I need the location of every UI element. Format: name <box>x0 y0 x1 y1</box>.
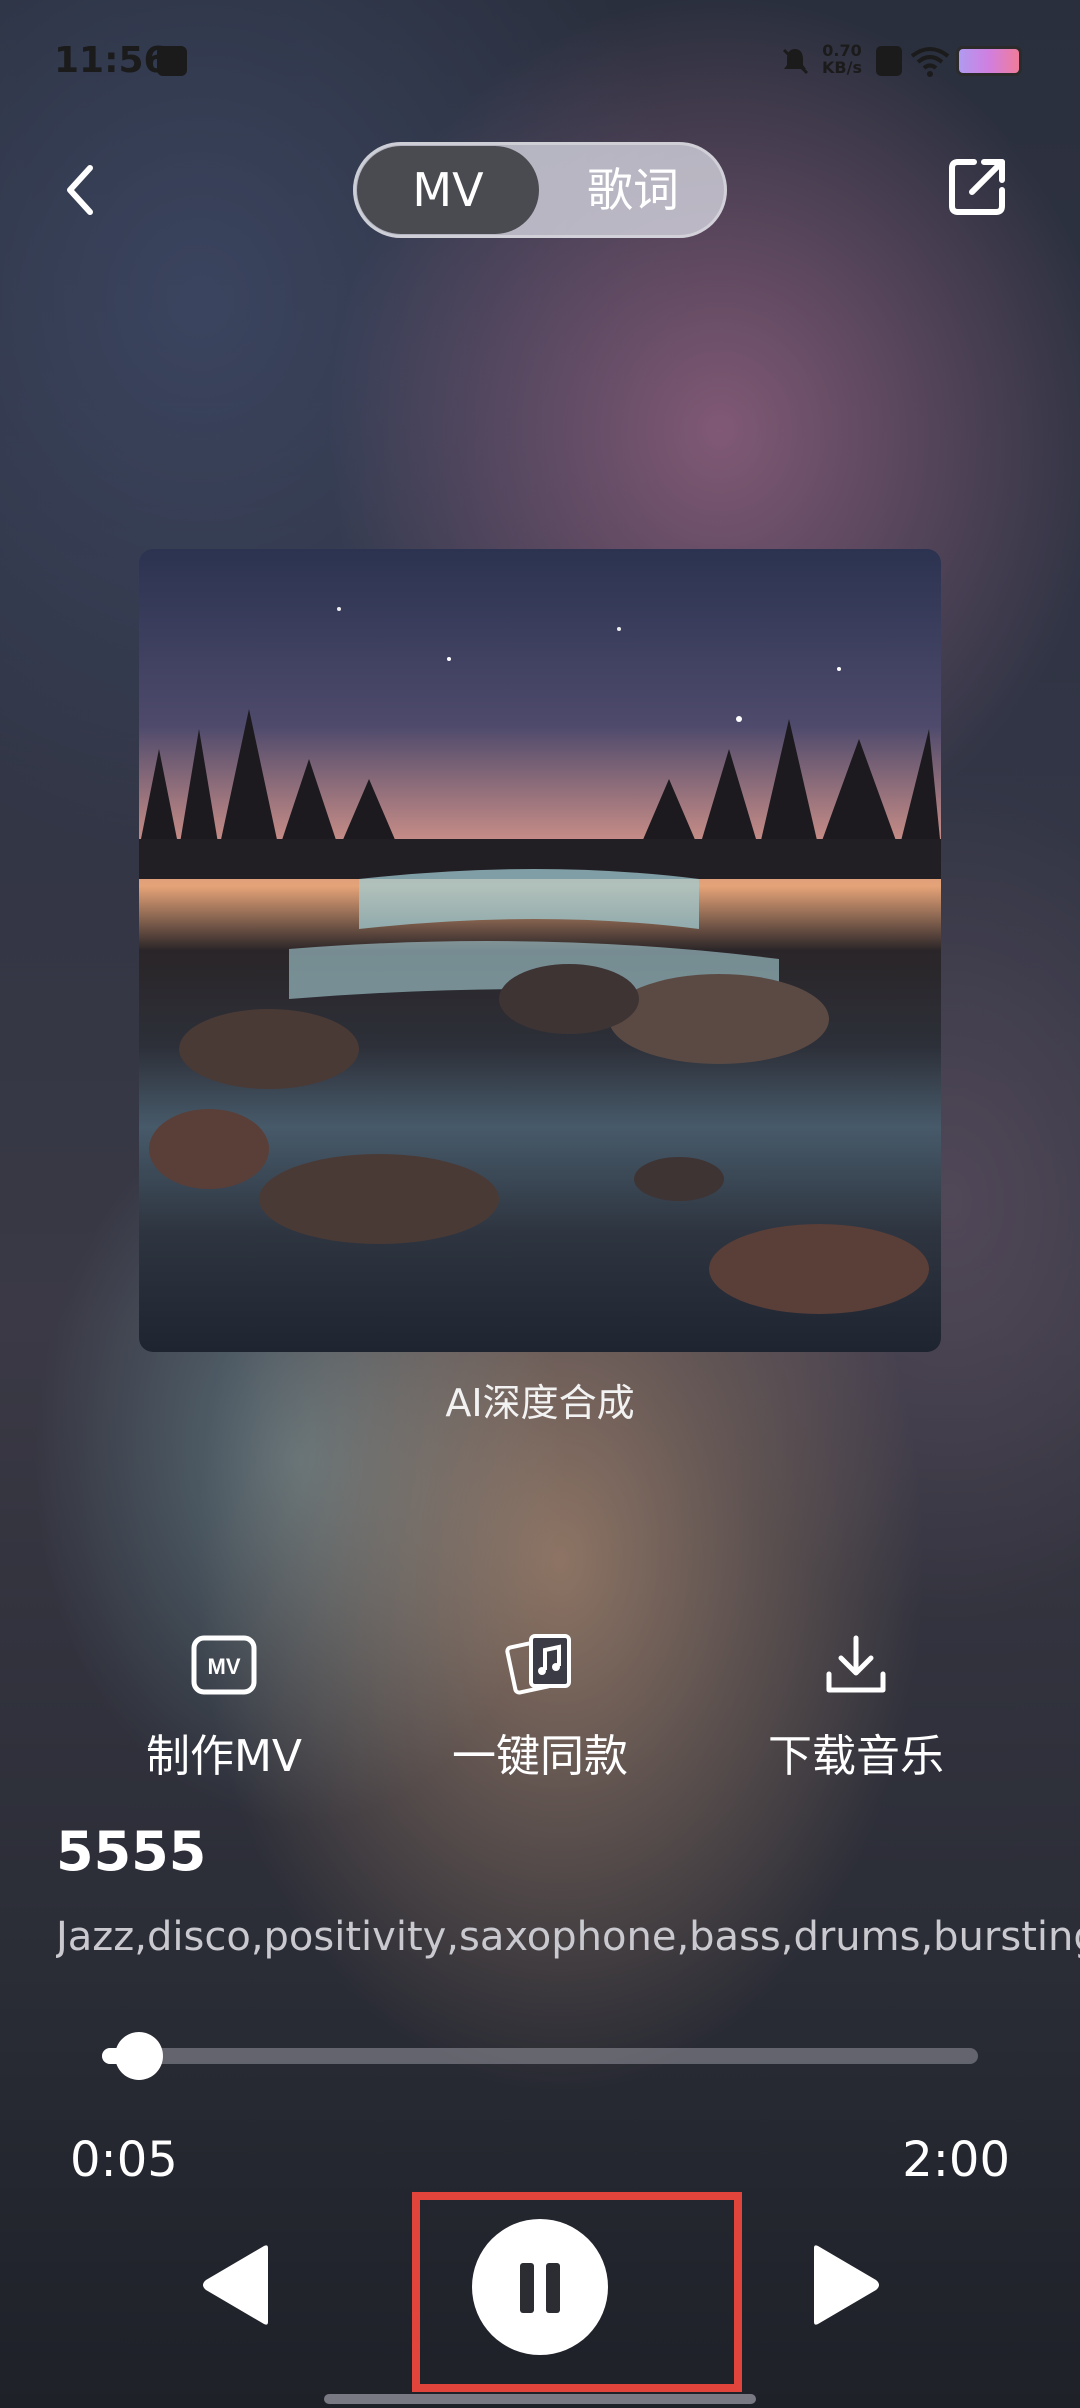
song-title: 5555 <box>56 1820 207 1883</box>
previous-button[interactable] <box>198 2244 276 2326</box>
net-speed-value: 0.70 <box>822 41 862 60</box>
battery-icon <box>956 46 1022 76</box>
make-mv-label: 制作MV <box>145 1731 303 1782</box>
current-time: 0:05 <box>70 2132 178 2188</box>
landscape-illustration <box>139 607 941 1314</box>
song-tags: Jazz,disco,positivity,saxophone,bass,dru… <box>56 1914 1080 1960</box>
svg-text:MV: MV <box>208 1654 241 1679</box>
notification-icon <box>157 46 187 76</box>
pause-icon-bar-left <box>520 2263 534 2313</box>
tab-lyrics[interactable]: 歌词 <box>543 142 723 238</box>
pause-icon-bar-right <box>546 2263 560 2313</box>
status-time: 11:56 <box>54 40 169 81</box>
progress-bar[interactable] <box>102 2032 978 2080</box>
download-icon <box>826 1635 886 1693</box>
status-bar: 11:56 0.70 KB/s <box>0 0 1080 128</box>
download-music-label: 下载音乐 <box>768 1731 944 1782</box>
progress-thumb[interactable] <box>114 2032 163 2080</box>
cover-art <box>139 549 941 1352</box>
next-button[interactable] <box>806 2244 884 2326</box>
total-time: 2:00 <box>902 2132 1010 2188</box>
tab-mv[interactable]: MV <box>357 146 539 234</box>
music-cards-icon <box>505 1634 571 1695</box>
make-mv-button[interactable]: MV 制作MV <box>104 1630 344 1784</box>
share-button[interactable] <box>946 154 1010 218</box>
mode-toggle: MV 歌词 <box>353 142 727 238</box>
back-button[interactable] <box>58 160 102 220</box>
net-speed-unit: KB/s <box>822 58 862 77</box>
ai-synthesis-caption: AI深度合成 <box>445 1381 635 1425</box>
download-music-button[interactable]: 下载音乐 <box>736 1630 976 1784</box>
mv-icon: MV <box>191 1635 257 1695</box>
home-indicator <box>324 2394 756 2404</box>
net-speed: 0.70 KB/s <box>822 42 862 76</box>
app-x-icon <box>876 46 902 76</box>
pause-button[interactable] <box>472 2219 608 2355</box>
one-click-same-button[interactable]: 一键同款 <box>420 1630 660 1784</box>
wifi-icon <box>910 47 950 77</box>
mute-bell-icon <box>782 48 809 75</box>
progress-track[interactable] <box>102 2048 978 2064</box>
one-click-same-label: 一键同款 <box>452 1731 628 1782</box>
